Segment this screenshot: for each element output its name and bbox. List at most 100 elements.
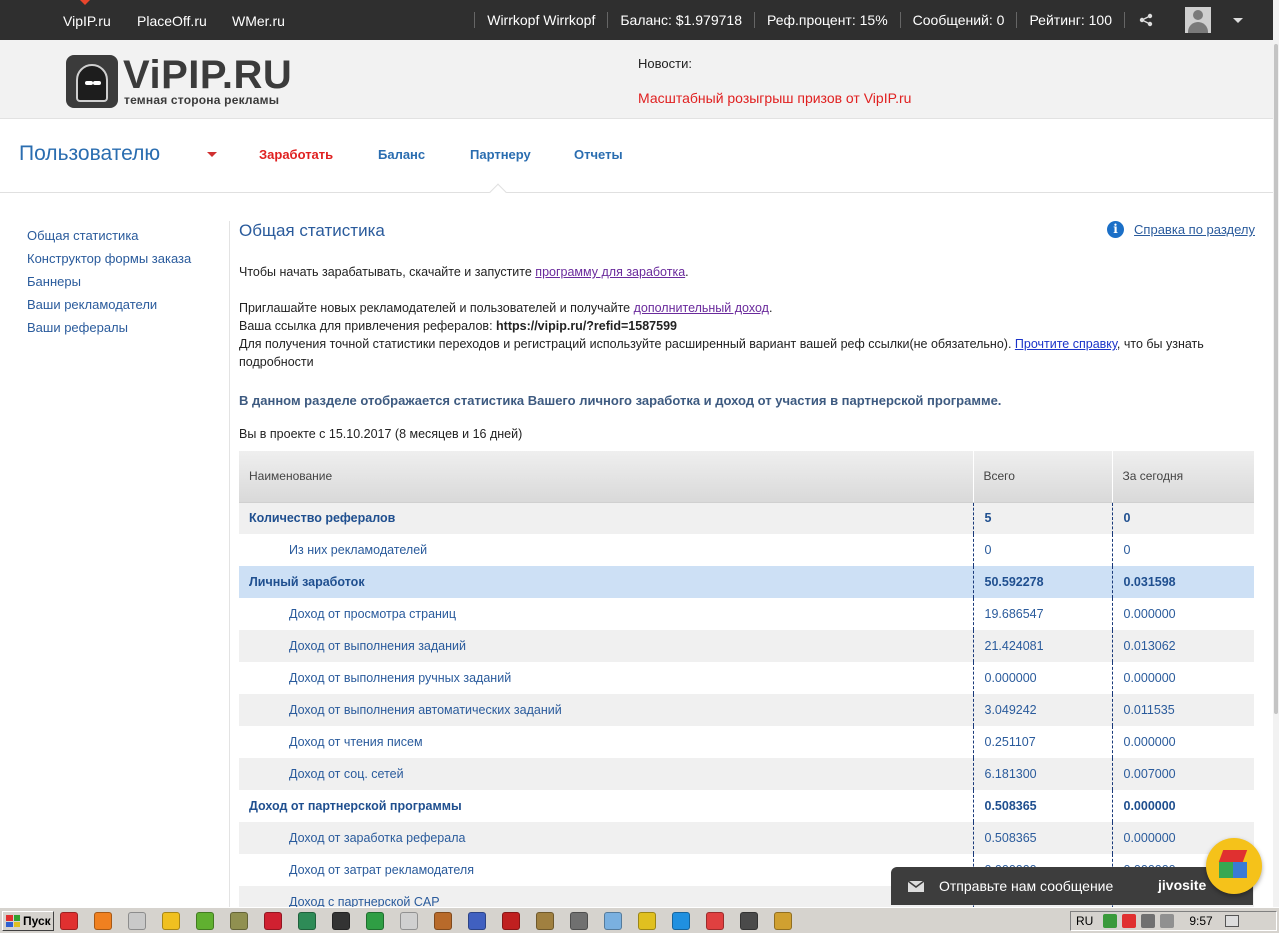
menu-item-reports[interactable]: Отчеты <box>574 147 623 162</box>
download-program-link[interactable]: программу для заработка <box>535 265 685 279</box>
sidebar-item-order-form-builder[interactable]: Конструктор формы заказа <box>27 247 191 270</box>
sidebar-divider <box>229 221 230 911</box>
share-button[interactable] <box>1124 12 1173 28</box>
tray-app-icon[interactable] <box>1122 914 1137 928</box>
extra-income-link[interactable]: дополнительный доход <box>634 301 769 315</box>
ref-percent-stat[interactable]: Реф.процент: 15% <box>753 12 900 28</box>
row-name-cell: Из них рекламодателей <box>289 543 428 557</box>
username-link[interactable]: Wirrkopf Wirrkopf <box>474 12 607 28</box>
row-total-cell: 6.181300 <box>972 758 1112 790</box>
taskbar-app-icon[interactable] <box>638 912 656 930</box>
taskbar-app-icon[interactable] <box>298 912 316 930</box>
taskbar-app-icon[interactable] <box>468 912 486 930</box>
referral-paragraph: Приглашайте новых рекламодателей и польз… <box>239 299 1255 371</box>
taskbar-app-icon[interactable] <box>740 912 758 930</box>
row-name-cell: Доход от выполнения заданий <box>239 630 973 662</box>
site-link-vipip[interactable]: VipIP.ru <box>63 13 111 29</box>
menu-section-title[interactable]: Пользователю <box>19 142 160 166</box>
logo[interactable]: ViPIP.RU темная сторона рекламы <box>66 53 306 111</box>
show-desktop-icon[interactable] <box>1224 915 1239 927</box>
menu-item-partner[interactable]: Партнеру <box>470 147 531 162</box>
site-link-wmer[interactable]: WMer.ru <box>232 13 285 29</box>
menu-dropdown-caret-icon[interactable] <box>207 152 217 157</box>
table-row: Личный заработок 50.592278 0.031598 <box>239 566 1254 598</box>
taskbar-app-icon[interactable] <box>502 912 520 930</box>
main-content: Общая статистика i Справка по разделу Чт… <box>239 221 1255 918</box>
tray-app-icon[interactable] <box>1141 914 1156 928</box>
news-link[interactable]: Масштабный розыгрыш призов от VipIP.ru <box>638 90 911 106</box>
taskbar-app-icon[interactable] <box>366 912 384 930</box>
row-today-cell: 0.000000 <box>1111 598 1254 630</box>
taskbar-app-icon[interactable] <box>706 912 724 930</box>
row-name-cell: Доход от соц. сетей <box>239 758 973 790</box>
sidebar-item-advertisers[interactable]: Ваши рекламодатели <box>27 293 191 316</box>
page-title: Общая статистика <box>239 221 385 240</box>
stats-table: Наименование Всего За сегодня Количество… <box>239 451 1254 918</box>
site-link-placeoff[interactable]: PlaceOff.ru <box>137 13 207 29</box>
rating-stat[interactable]: Рейтинг: 100 <box>1016 12 1124 28</box>
taskbar-app-icon[interactable] <box>536 912 554 930</box>
os-taskbar: Пуск RU 9:57 <box>0 907 1279 933</box>
top-bar: VipIP.ru PlaceOff.ru WMer.ru Wirrkopf Wi… <box>0 0 1273 40</box>
clock[interactable]: 9:57 <box>1189 914 1212 928</box>
balance-stat[interactable]: Баланс: $1.979718 <box>607 12 754 28</box>
menu-item-balance[interactable]: Баланс <box>378 147 425 162</box>
taskbar-app-icon[interactable] <box>60 912 78 930</box>
user-menu-caret-icon[interactable] <box>1233 17 1243 23</box>
taskbar-app-icon[interactable] <box>774 912 792 930</box>
taskbar-app-icon[interactable] <box>264 912 282 930</box>
tray-app-icon[interactable] <box>1160 914 1175 928</box>
sidebar-item-general-stats[interactable]: Общая статистика <box>27 224 191 247</box>
taskbar-app-icon[interactable] <box>332 912 350 930</box>
sidebar-item-referrals[interactable]: Ваши рефералы <box>27 316 191 339</box>
taskbar-app-icon[interactable] <box>230 912 248 930</box>
download-paragraph: Чтобы начать зарабатывать, скачайте и за… <box>239 263 689 281</box>
tray-app-icon[interactable] <box>1103 914 1118 928</box>
column-header-total[interactable]: Всего <box>972 451 1112 503</box>
start-button[interactable]: Пуск <box>2 911 54 931</box>
logo-tagline: темная сторона рекламы <box>124 93 280 107</box>
ref-link-url[interactable]: https://vipip.ru/?refid=1587599 <box>496 319 677 333</box>
row-total-cell: 19.686547 <box>972 598 1112 630</box>
table-row: Доход от заработка реферала 0.508365 0.000… <box>239 822 1254 854</box>
help-link[interactable]: Справка по разделу <box>1134 222 1255 237</box>
project-since-text: Вы в проекте с 15.10.2017 (8 месяцев и 1… <box>239 427 523 441</box>
taskbar-app-icon[interactable] <box>604 912 622 930</box>
table-row: Доход от чтения писем 0.251107 0.000000 <box>239 726 1254 758</box>
news-label: Новости: <box>638 56 692 71</box>
column-header-today[interactable]: За сегодня <box>1111 451 1254 503</box>
share-icon <box>1139 13 1153 27</box>
row-name-cell: Количество рефералов <box>239 502 973 534</box>
taskbar-app-icon[interactable] <box>94 912 112 930</box>
menu-item-earn[interactable]: Заработать <box>259 147 333 162</box>
taskbar-app-icon[interactable] <box>434 912 452 930</box>
scrollbar-thumb[interactable] <box>1274 44 1278 714</box>
row-name-cell: Доход от выполнения автоматических задан… <box>239 694 973 726</box>
avatar[interactable] <box>1185 7 1211 33</box>
taskbar-app-icon[interactable] <box>672 912 690 930</box>
envelope-icon <box>908 880 924 892</box>
chat-brand: jivosite <box>1158 877 1207 893</box>
chat-bubble-icon[interactable] <box>1206 838 1262 894</box>
row-total-cell: 0 <box>972 534 1112 566</box>
taskbar-app-icon[interactable] <box>162 912 180 930</box>
table-row: Доход от выполнения автоматических задан… <box>239 694 1254 726</box>
taskbar-app-icon[interactable] <box>196 912 214 930</box>
row-total-cell: 21.424081 <box>972 630 1112 662</box>
messages-stat[interactable]: Сообщений: 0 <box>899 12 1017 28</box>
column-header-name[interactable]: Наименование <box>239 451 973 503</box>
row-today-cell: 0.000000 <box>1111 790 1254 822</box>
row-name-cell: Доход от выполнения ручных заданий <box>289 671 512 685</box>
row-today-cell: 0.031598 <box>1111 566 1254 598</box>
sidebar-item-banners[interactable]: Баннеры <box>27 270 191 293</box>
taskbar-app-icon[interactable] <box>570 912 588 930</box>
language-indicator[interactable]: RU <box>1076 914 1093 928</box>
read-help-link[interactable]: Прочтите справку <box>1015 337 1117 351</box>
taskbar-app-icon[interactable] <box>400 912 418 930</box>
row-total-cell: 0.508365 <box>972 790 1112 822</box>
chat-widget-bar[interactable]: Отправьте нам сообщение jivosite <box>891 867 1253 905</box>
row-name-cell: Доход от партнерской программы <box>249 799 462 813</box>
taskbar-app-icon[interactable] <box>128 912 146 930</box>
active-site-marker <box>80 0 90 5</box>
row-name-cell: Личный заработок <box>239 566 973 598</box>
